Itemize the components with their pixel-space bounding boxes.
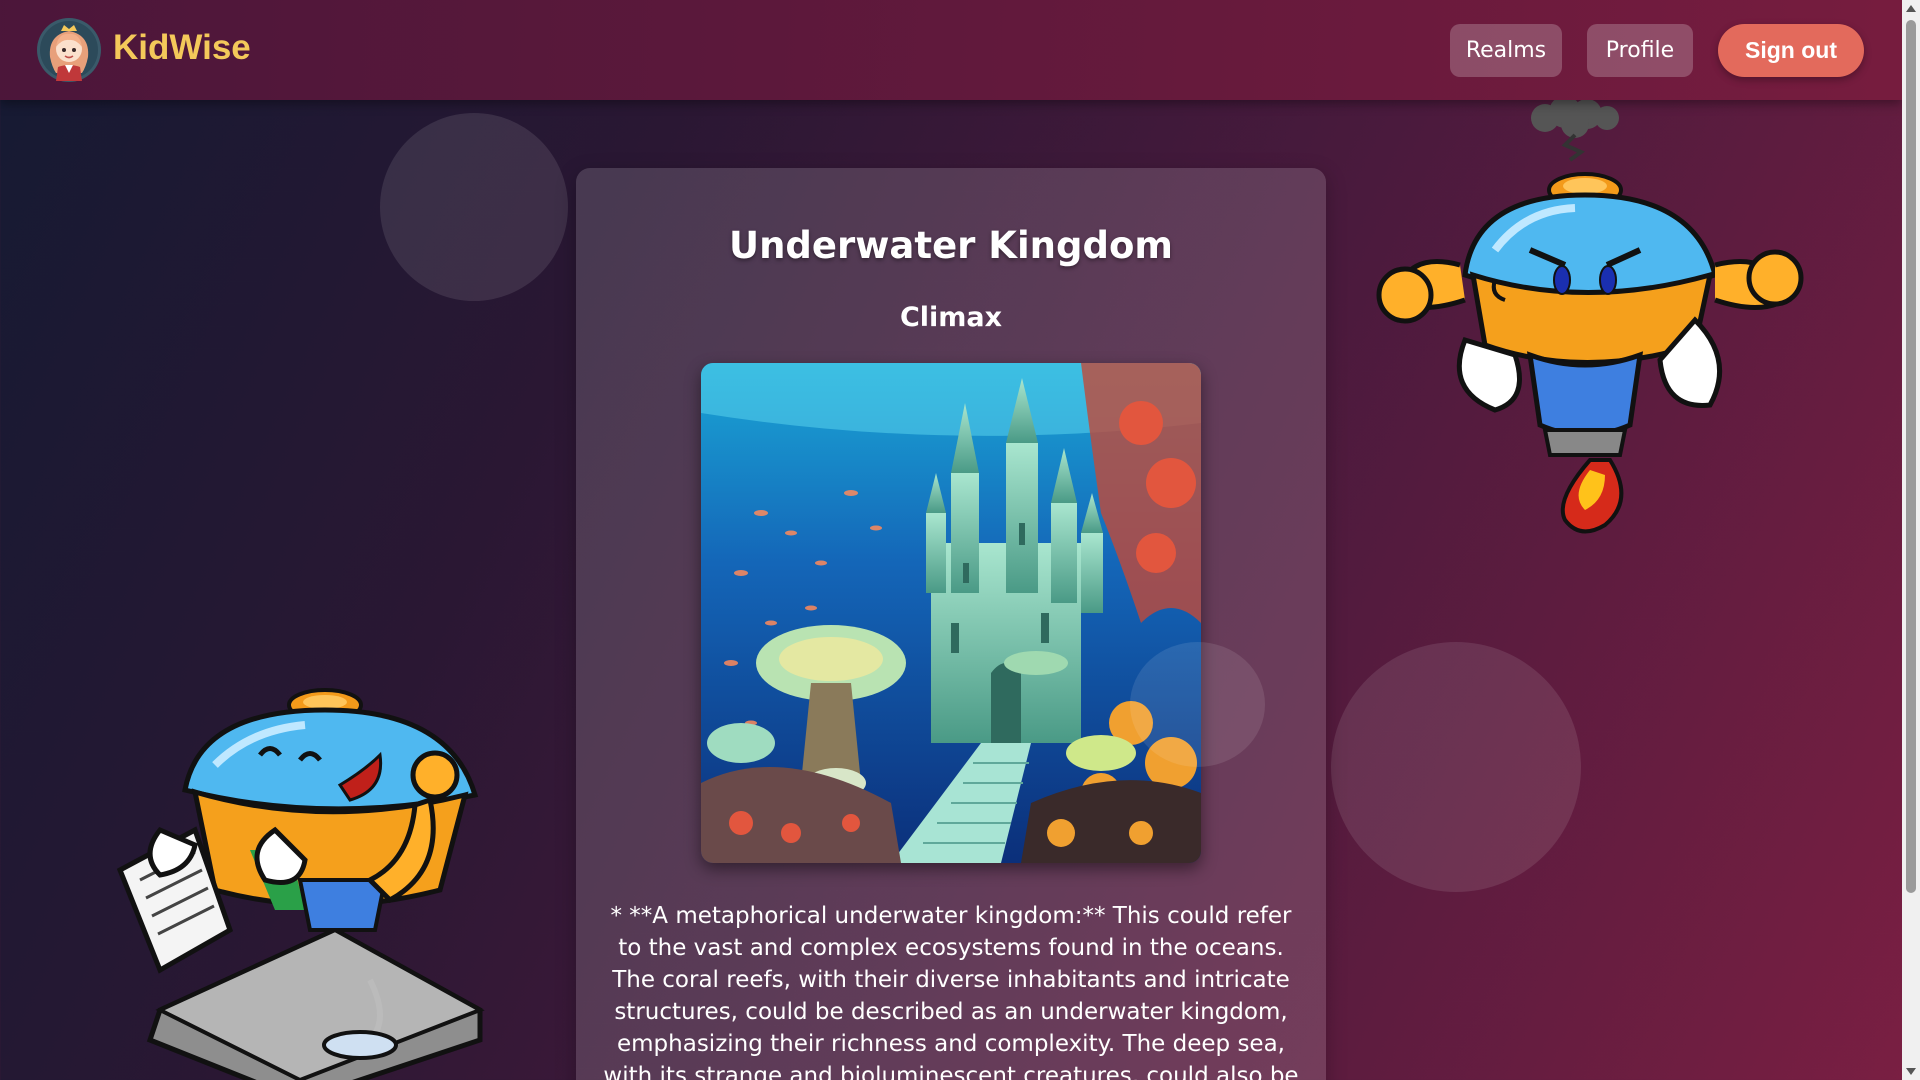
scroll-thumb[interactable] (1906, 20, 1916, 893)
navbar: KidWise Realms Profile Sign out (0, 0, 1902, 100)
brand-name[interactable]: KidWise (113, 28, 251, 68)
background-bubble (1130, 642, 1265, 767)
background-bubble (380, 113, 568, 301)
underwater-castle-illustration (701, 363, 1201, 863)
story-title: Underwater Kingdom (729, 224, 1173, 267)
sign-out-button[interactable]: Sign out (1718, 24, 1864, 77)
princess-avatar-icon[interactable] (36, 17, 102, 83)
laughing-robot-mascot-icon (116, 688, 485, 1080)
scroll-up-icon[interactable] (1906, 5, 1916, 12)
story-text: * **A metaphorical underwater kingdom:**… (603, 903, 1299, 1080)
nav-realms-button[interactable]: Realms (1450, 24, 1562, 77)
vertical-scrollbar[interactable] (1902, 0, 1920, 1080)
story-chapter: Climax (899, 302, 1003, 333)
nav-profile-button[interactable]: Profile (1587, 24, 1693, 77)
background-bubble (1331, 642, 1581, 892)
angry-robot-mascot-icon (1376, 100, 1804, 534)
scroll-down-icon[interactable] (1906, 1068, 1916, 1075)
story-card: Underwater Kingdom Climax * **A metaphor… (576, 168, 1326, 1080)
